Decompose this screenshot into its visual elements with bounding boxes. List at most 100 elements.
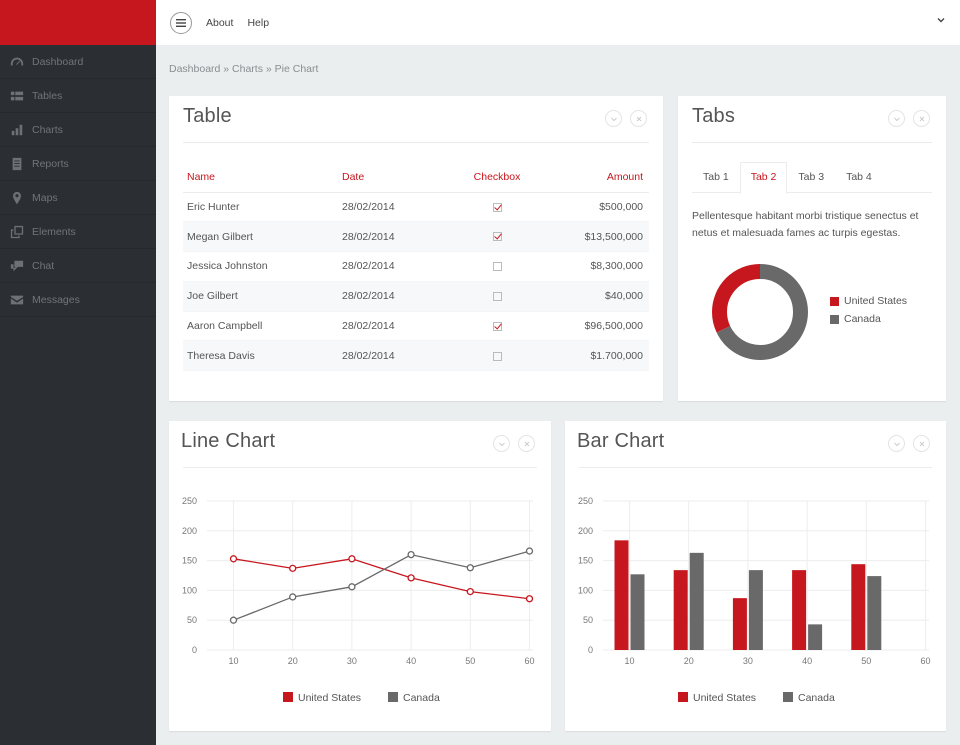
collapse-button[interactable]: [493, 435, 510, 452]
x-tick-label: 60: [524, 656, 534, 666]
logo-bar[interactable]: [0, 0, 156, 45]
chevron-down-icon[interactable]: [936, 15, 946, 25]
bar: [732, 598, 747, 650]
table-header-row: Name Date Checkbox Amount: [183, 162, 649, 193]
close-icon: [636, 116, 641, 121]
y-tick-label: 200: [578, 526, 593, 536]
panel-title: Line Chart: [181, 430, 276, 452]
y-tick-label: 0: [192, 645, 197, 655]
sidebar-item-tables[interactable]: Tables: [0, 79, 156, 113]
help-link[interactable]: Help: [247, 17, 269, 29]
sidebar-item-charts[interactable]: Charts: [0, 113, 156, 147]
data-point: [229, 616, 238, 624]
about-link[interactable]: About: [206, 17, 233, 29]
y-tick-label: 0: [588, 645, 593, 655]
sidebar-item-maps[interactable]: Maps: [0, 181, 156, 215]
close-button[interactable]: [518, 435, 535, 452]
table-row: Theresa Davis 28/02/2014 $1.700,000: [183, 340, 649, 372]
divider: [579, 467, 932, 468]
sidebar-item-dashboard[interactable]: Dashboard: [0, 45, 156, 79]
close-button[interactable]: [913, 435, 930, 452]
amount-cell: $500,000: [552, 192, 649, 223]
data-point: [525, 595, 534, 603]
chat-icon: [9, 259, 25, 273]
legend-swatch: [388, 692, 398, 702]
x-tick-label: 30: [347, 656, 357, 666]
y-tick-label: 250: [578, 496, 593, 506]
tab-1[interactable]: Tab 1: [692, 162, 740, 193]
row-checkbox[interactable]: [492, 292, 502, 301]
close-button[interactable]: [630, 110, 647, 127]
legend-label: Canada: [798, 692, 835, 704]
bar-chart-icon: [9, 123, 25, 137]
tab-4[interactable]: Tab 4: [835, 162, 883, 193]
table-row: Jessica Johnston 28/02/2014 $8,300,000: [183, 251, 649, 282]
chevron-down-icon: [893, 442, 900, 446]
name-cell: Theresa Davis: [183, 340, 342, 372]
date-cell: 28/02/2014: [342, 340, 442, 372]
close-icon: [524, 441, 529, 446]
date-cell: 28/02/2014: [342, 192, 442, 223]
legend-label: United States: [298, 692, 361, 704]
row-checkbox[interactable]: [492, 202, 502, 212]
chevron-down-icon: [893, 117, 900, 121]
menu-toggle-button[interactable]: [170, 11, 192, 34]
y-tick-label: 250: [182, 496, 197, 506]
bar: [630, 574, 645, 650]
table-row: Aaron Campbell 28/02/2014 $96,500,000: [183, 311, 649, 342]
collapse-button[interactable]: [605, 110, 622, 127]
sidebar: Dashboard Tables Charts Reports Maps Ele…: [0, 0, 156, 745]
bar: [689, 552, 704, 650]
y-tick-label: 150: [182, 556, 197, 566]
table-icon: [9, 89, 25, 103]
collapse-button[interactable]: [888, 435, 905, 452]
sidebar-item-label: Chat: [32, 259, 55, 272]
sidebar-item-chat[interactable]: Chat: [0, 249, 156, 283]
donut-chart: [712, 264, 808, 360]
bar-chart-panel: Bar Chart 0 50 100 150 200 250 10 20 30 40 50 60 Uni…: [565, 421, 946, 731]
sidebar-item-label: Tables: [32, 89, 63, 102]
y-tick-label: 150: [578, 556, 593, 566]
amount-cell: $40,000: [552, 281, 649, 312]
row-checkbox[interactable]: [492, 262, 502, 272]
x-tick-label: 10: [228, 656, 238, 666]
row-checkbox[interactable]: [492, 232, 502, 242]
sidebar-item-elements[interactable]: Elements: [0, 215, 156, 249]
data-point: [348, 583, 356, 591]
data-point: [466, 564, 474, 572]
collapse-button[interactable]: [888, 110, 905, 127]
row-checkbox[interactable]: [492, 321, 502, 331]
sidebar-item-messages[interactable]: Messages: [0, 283, 156, 317]
y-tick-label: 50: [187, 615, 197, 625]
name-cell: Joe Gilbert: [183, 281, 342, 312]
sidebar-item-label: Maps: [32, 191, 58, 204]
chevron-down-icon: [498, 442, 505, 446]
sidebar-item-label: Dashboard: [32, 55, 84, 68]
amount-cell: $13,500,000: [552, 221, 649, 253]
name-cell: Aaron Campbell: [183, 311, 342, 342]
close-button[interactable]: [913, 110, 930, 127]
tab-3[interactable]: Tab 3: [787, 162, 835, 193]
column-header[interactable]: Name: [183, 162, 342, 193]
tab-strip: Tab 1 Tab 2 Tab 3 Tab 4: [692, 162, 932, 194]
table-row: Eric Hunter 28/02/2014 $500,000: [183, 192, 649, 223]
legend-label: Canada: [844, 313, 881, 325]
panel-title: Tabs: [692, 105, 736, 127]
dashboard-icon: [9, 55, 25, 69]
map-pin-icon: [9, 191, 25, 205]
legend-swatch: [783, 692, 793, 702]
sidebar-item-label: Charts: [32, 123, 63, 136]
series-line: [233, 550, 530, 621]
legend-swatch: [283, 692, 293, 702]
column-header[interactable]: Date: [342, 162, 442, 193]
column-header[interactable]: Amount: [552, 162, 649, 193]
amount-cell: $96,500,000: [552, 311, 649, 342]
column-header[interactable]: Checkbox: [442, 162, 552, 193]
tab-content-text: Pellentesque habitant morbi tristique se…: [692, 210, 919, 239]
legend-label: United States: [844, 295, 908, 307]
sidebar-item-reports[interactable]: Reports: [0, 147, 156, 181]
row-checkbox[interactable]: [492, 351, 502, 361]
data-point: [407, 550, 415, 559]
tab-2[interactable]: Tab 2: [739, 162, 788, 194]
bar: [792, 570, 807, 650]
